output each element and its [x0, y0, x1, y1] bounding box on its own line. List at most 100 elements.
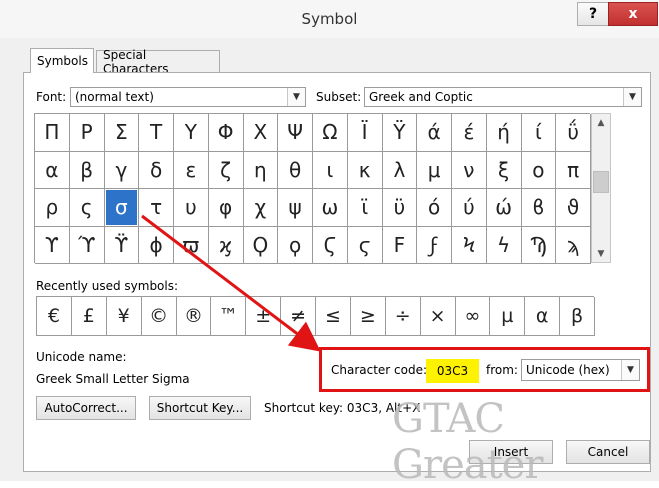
symbol-cell[interactable]: ψ [278, 189, 313, 227]
symbol-cell[interactable]: γ [104, 151, 140, 189]
symbol-cell[interactable]: ς [69, 189, 105, 227]
symbol-cell[interactable]: ϡ [556, 226, 591, 264]
symbol-cell[interactable]: ξ [486, 151, 522, 189]
symbol-cell[interactable]: δ [139, 151, 174, 189]
symbol-grid: ΠΡΣΤΥΦΧΨΩΪΫάέήίΰ αβγδεζηθικλμνξοπ ρςστυφχψ… [34, 113, 591, 264]
symbol-cell[interactable]: ε [174, 151, 209, 189]
recent-symbol-cell[interactable]: ÷ [385, 297, 421, 336]
symbol-cell[interactable]: Ϝ [382, 226, 418, 264]
symbol-cell[interactable]: ό [417, 189, 452, 227]
symbol-cell[interactable]: ω [313, 189, 348, 227]
recent-symbol-cell[interactable]: ™ [211, 297, 247, 336]
symbol-cell[interactable]: Ρ [69, 114, 105, 152]
symbol-cell[interactable]: ϝ [417, 226, 452, 264]
symbol-cell[interactable]: ο [521, 151, 557, 189]
scroll-down-icon[interactable]: ▼ [592, 245, 610, 262]
autocorrect-button[interactable]: AutoCorrect... [36, 396, 136, 420]
unicode-name-value: Greek Small Letter Sigma [36, 372, 190, 386]
symbol-cell[interactable]: η [243, 151, 279, 189]
symbol-cell[interactable]: β [69, 151, 105, 189]
symbol-cell[interactable]: έ [452, 114, 487, 152]
recent-symbol-cell[interactable]: ≥ [350, 297, 386, 336]
symbol-cell[interactable]: ΰ [556, 114, 591, 152]
symbol-cell[interactable]: ϛ [347, 226, 383, 264]
symbol-cell[interactable]: Σ [104, 114, 140, 152]
dialog-title: Symbol [301, 10, 358, 28]
symbol-cell[interactable]: ϟ [486, 226, 522, 264]
symbol-cell[interactable]: υ [174, 189, 209, 227]
symbol-dialog: Symbol ? x Symbols Special Characters Fo… [0, 0, 659, 488]
symbol-cell[interactable]: ϐ [521, 189, 557, 227]
symbol-cell[interactable]: Τ [139, 114, 174, 152]
symbol-cell[interactable]: Ω [313, 114, 348, 152]
scroll-thumb[interactable] [593, 171, 609, 193]
recent-symbol-cell[interactable]: ¥ [106, 297, 142, 336]
symbol-cell[interactable]: Ϋ [382, 114, 418, 152]
symbol-cell[interactable]: ύ [452, 189, 487, 227]
recent-symbol-cell[interactable]: © [141, 297, 177, 336]
recent-symbol-cell[interactable]: £ [71, 297, 107, 336]
symbol-cell[interactable]: ϖ [174, 226, 209, 264]
recent-symbol-cell[interactable]: β [560, 297, 595, 336]
symbol-cell[interactable]: χ [243, 189, 279, 227]
symbol-cell[interactable]: π [556, 151, 591, 189]
symbol-grid-scrollbar[interactable]: ▲ ▼ [591, 113, 611, 263]
recent-symbol-cell[interactable]: µ [490, 297, 526, 336]
symbol-cell[interactable]: Ϡ [521, 226, 557, 264]
symbol-cell[interactable]: Ϟ [452, 226, 487, 264]
recent-symbol-cell[interactable]: ≠ [281, 297, 316, 336]
font-select[interactable]: (normal text) ▼ [70, 87, 306, 107]
symbol-cell[interactable]: ν [452, 151, 487, 189]
recent-symbol-cell[interactable]: ® [176, 297, 212, 336]
symbol-cell[interactable]: ι [313, 151, 348, 189]
recent-symbols: € £ ¥ © ® ™ ± ≠ ≤ ≥ ÷ × ∞ µ α β [36, 296, 595, 336]
symbol-cell[interactable]: ή [486, 114, 522, 152]
unicode-name-label: Unicode name: [36, 350, 127, 364]
recent-symbol-cell[interactable]: α [525, 297, 561, 336]
symbol-cell[interactable]: Ϊ [347, 114, 383, 152]
tab-symbols[interactable]: Symbols [30, 48, 94, 73]
symbol-cell[interactable]: ϔ [104, 226, 140, 264]
chevron-down-icon[interactable]: ▼ [287, 88, 305, 106]
symbol-cell[interactable]: ά [417, 114, 452, 152]
symbol-cell[interactable]: σ [104, 189, 140, 227]
symbol-cell[interactable]: ϊ [347, 189, 383, 227]
recent-symbol-cell[interactable]: ± [246, 297, 282, 336]
symbol-cell[interactable]: Φ [208, 114, 244, 152]
symbol-cell[interactable]: ϓ [69, 226, 105, 264]
recent-symbol-cell[interactable]: € [37, 297, 72, 336]
symbol-cell[interactable]: ϋ [382, 189, 418, 227]
subset-select[interactable]: Greek and Coptic ▼ [364, 87, 642, 107]
symbol-cell[interactable]: ϕ [139, 226, 174, 264]
scroll-up-icon[interactable]: ▲ [592, 114, 610, 131]
symbol-cell[interactable]: Ϙ [243, 226, 279, 264]
symbol-cell[interactable]: α [35, 151, 70, 189]
recent-symbol-cell[interactable]: ∞ [455, 297, 491, 336]
symbol-cell[interactable]: ϙ [278, 226, 313, 264]
symbol-cell[interactable]: ϒ [35, 226, 70, 264]
symbol-cell[interactable]: ϑ [556, 189, 591, 227]
symbol-cell[interactable]: Χ [243, 114, 279, 152]
help-button[interactable]: ? [577, 2, 609, 26]
shortcut-key-button[interactable]: Shortcut Key... [149, 396, 251, 420]
symbol-cell[interactable]: κ [347, 151, 383, 189]
symbol-cell[interactable]: Υ [174, 114, 209, 152]
symbol-cell[interactable]: Ϛ [313, 226, 348, 264]
chevron-down-icon[interactable]: ▼ [623, 88, 641, 106]
symbol-cell[interactable]: Ψ [278, 114, 313, 152]
recent-symbol-cell[interactable]: ≤ [316, 297, 351, 336]
symbol-cell[interactable]: φ [208, 189, 244, 227]
close-button[interactable]: x [608, 2, 658, 26]
tab-special-characters[interactable]: Special Characters [96, 48, 220, 76]
symbol-cell[interactable]: θ [278, 151, 313, 189]
symbol-cell[interactable]: ζ [208, 151, 244, 189]
symbol-cell[interactable]: ρ [35, 189, 70, 227]
symbol-cell[interactable]: ϗ [208, 226, 244, 264]
symbol-cell[interactable]: τ [139, 189, 174, 227]
symbol-cell[interactable]: μ [417, 151, 452, 189]
symbol-cell[interactable]: λ [382, 151, 418, 189]
symbol-cell[interactable]: ί [521, 114, 557, 152]
recent-symbol-cell[interactable]: × [420, 297, 456, 336]
symbol-cell[interactable]: ώ [486, 189, 522, 227]
symbol-cell[interactable]: Π [35, 114, 70, 152]
